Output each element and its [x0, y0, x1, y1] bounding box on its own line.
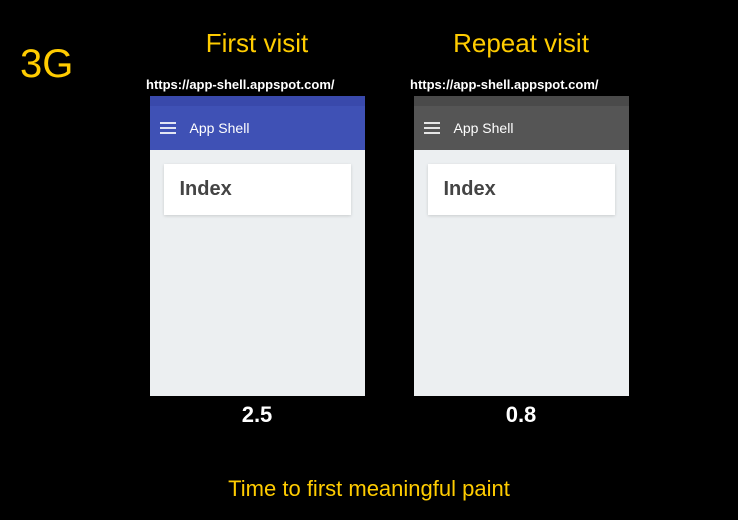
network-label: 3G [20, 42, 73, 87]
app-content: Index [150, 150, 365, 396]
columns-container: First visit https://app-shell.appspot.co… [140, 28, 638, 428]
timing-value: 2.5 [242, 402, 273, 428]
app-content: Index [414, 150, 629, 396]
app-bar: App Shell [150, 106, 365, 150]
status-bar [150, 96, 365, 106]
app-bar: App Shell [414, 106, 629, 150]
hamburger-icon[interactable] [424, 122, 440, 134]
content-card: Index [164, 164, 351, 215]
url-label: https://app-shell.appspot.com/ [140, 77, 335, 92]
phone-screenshot: App Shell Index [414, 96, 629, 396]
app-bar-title: App Shell [454, 120, 514, 136]
caption: Time to first meaningful paint [0, 476, 738, 502]
url-label: https://app-shell.appspot.com/ [404, 77, 599, 92]
app-bar-title: App Shell [190, 120, 250, 136]
timing-value: 0.8 [506, 402, 537, 428]
column-repeat-visit: Repeat visit https://app-shell.appspot.c… [404, 28, 638, 428]
card-title: Index [444, 178, 599, 201]
column-title: First visit [206, 28, 309, 59]
content-card: Index [428, 164, 615, 215]
phone-screenshot: App Shell Index [150, 96, 365, 396]
status-bar [414, 96, 629, 106]
column-title: Repeat visit [453, 28, 589, 59]
card-title: Index [180, 178, 335, 201]
hamburger-icon[interactable] [160, 122, 176, 134]
column-first-visit: First visit https://app-shell.appspot.co… [140, 28, 374, 428]
